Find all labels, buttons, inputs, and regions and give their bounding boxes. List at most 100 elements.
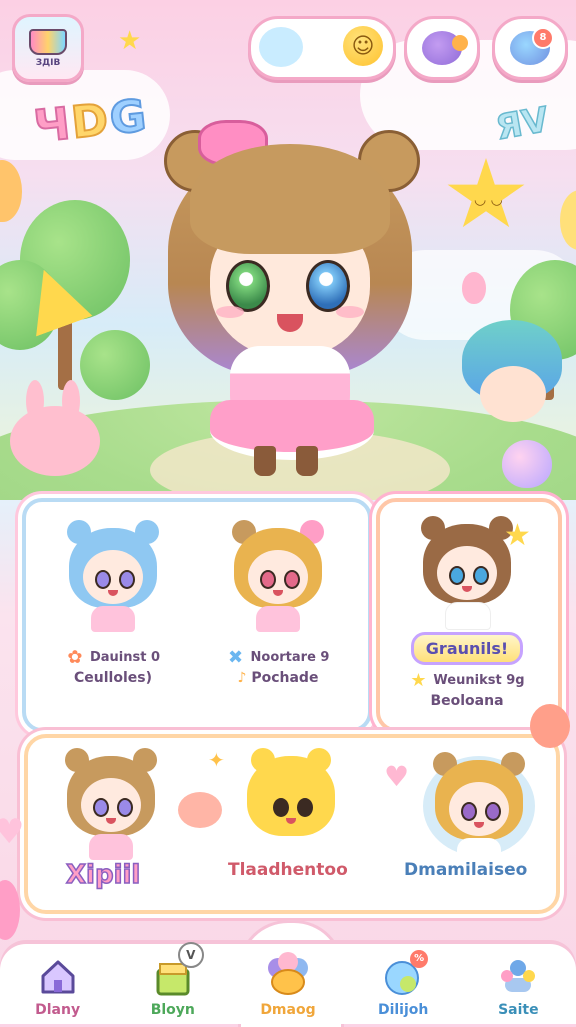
friend-card[interactable] bbox=[423, 752, 535, 864]
main-character[interactable] bbox=[150, 110, 430, 490]
character-card[interactable]: ✖ Noortare 9 ♪ Pochade bbox=[208, 520, 348, 688]
heart-icon: ♥ bbox=[0, 812, 25, 852]
music-note-icon: ♪ bbox=[237, 670, 252, 686]
nav-badge: % bbox=[410, 950, 429, 968]
gift-box-icon: V bbox=[152, 942, 204, 998]
balloon bbox=[462, 272, 486, 304]
card-line2: ♪ Pochade bbox=[227, 668, 330, 688]
smiley-coin-icon: ☺ bbox=[343, 26, 383, 66]
star-icon: ★ bbox=[410, 670, 427, 691]
friend-card[interactable] bbox=[56, 748, 166, 860]
eye bbox=[284, 570, 300, 589]
eye bbox=[95, 570, 111, 589]
bunny-mascot bbox=[10, 380, 100, 480]
title-letter: Ч bbox=[31, 97, 76, 154]
sparkle-icon: ✦ bbox=[208, 748, 225, 772]
outfit bbox=[91, 606, 135, 632]
card-label: ✿ Dauinst 0 Ceulloles) bbox=[66, 648, 160, 688]
balloon bbox=[502, 440, 552, 488]
card-label: ★ Weunikst 9g Beoloana bbox=[409, 671, 524, 711]
fur bbox=[247, 756, 335, 836]
outfit bbox=[256, 606, 300, 632]
eye bbox=[260, 570, 276, 589]
card-title: Noortare 9 bbox=[250, 650, 330, 665]
currency-pill[interactable]: ☺ bbox=[248, 16, 396, 80]
card-subtitle: Ceulloles) bbox=[74, 670, 152, 686]
heart-icon: ♥ bbox=[384, 760, 410, 793]
card-subtitle: Pochade bbox=[251, 670, 319, 686]
chibi-portrait bbox=[239, 748, 343, 860]
featured-character-card[interactable]: ★ Graunils! ★ Weunikst 9g Beoloana bbox=[386, 516, 548, 711]
nav-label: Saite bbox=[498, 1002, 539, 1018]
chibi-portrait bbox=[59, 748, 163, 860]
outfit bbox=[445, 602, 491, 630]
character-card[interactable]: ✿ Dauinst 0 Ceulloles) bbox=[48, 520, 178, 688]
friend-card[interactable] bbox=[236, 748, 346, 860]
friends-icon bbox=[497, 956, 539, 998]
left-eye bbox=[226, 260, 270, 312]
gem-button[interactable] bbox=[404, 16, 480, 80]
star-face: ◡ ◡ bbox=[474, 192, 503, 208]
nav-item-gifts[interactable]: V Bloyn bbox=[123, 942, 223, 1018]
card-line1: ✖ Noortare 9 bbox=[227, 648, 330, 668]
home-icon bbox=[37, 956, 79, 998]
balloon bbox=[0, 880, 20, 940]
friend-label: Dmamilaiseo bbox=[404, 860, 528, 880]
chibi-portrait bbox=[423, 752, 535, 864]
outfit bbox=[89, 834, 133, 860]
chibi-portrait bbox=[61, 520, 165, 632]
notification-badge: 8 bbox=[532, 27, 554, 49]
star-icon: ★ bbox=[504, 518, 531, 553]
nav-label: Dmaog bbox=[260, 1002, 316, 1018]
blush bbox=[336, 306, 364, 318]
friend-label: Xipiil bbox=[65, 859, 141, 891]
side-character bbox=[462, 320, 562, 430]
flower-icon: ✿ bbox=[67, 647, 83, 668]
eye bbox=[485, 802, 501, 821]
gem-icon bbox=[422, 31, 468, 65]
eye bbox=[461, 802, 477, 821]
chat-button[interactable]: 8 bbox=[492, 16, 568, 80]
game-logo-button[interactable]: ЗДIB bbox=[12, 14, 84, 82]
leg bbox=[254, 446, 276, 476]
eye bbox=[117, 798, 133, 817]
bubble-icon bbox=[259, 27, 303, 67]
eye bbox=[93, 798, 109, 817]
title-letter: D bbox=[68, 93, 114, 150]
blush bbox=[216, 306, 244, 318]
cupcake-icon bbox=[29, 28, 67, 55]
face bbox=[480, 366, 546, 422]
bottom-navigation: Dlany V Bloyn Dmaog % Dilijoh Saite bbox=[0, 942, 576, 1024]
eye bbox=[473, 566, 489, 585]
card-line1: ✿ Dauinst 0 bbox=[66, 648, 160, 668]
chibi-portrait bbox=[226, 520, 330, 632]
cross-icon: ✖ bbox=[227, 647, 244, 668]
nav-label: Bloyn bbox=[150, 1002, 195, 1018]
right-eye bbox=[306, 260, 350, 312]
star-icon: ★ bbox=[118, 26, 142, 56]
friend-label: Tlaadhentoo bbox=[228, 860, 348, 880]
nav-item-friends[interactable]: Saite bbox=[468, 956, 568, 1018]
dress-skirt bbox=[210, 400, 374, 460]
nav-item-center[interactable]: Dmaog bbox=[238, 950, 338, 1018]
leg bbox=[296, 446, 318, 476]
flower-icon bbox=[264, 950, 312, 998]
card-subtitle: Beoloana bbox=[430, 693, 504, 709]
bunny-body bbox=[10, 406, 100, 476]
nav-item-home[interactable]: Dlany bbox=[8, 956, 108, 1018]
eye bbox=[449, 566, 465, 585]
bangs bbox=[190, 144, 390, 254]
featured-ribbon: Graunils! bbox=[410, 632, 524, 665]
flower-mini-icon bbox=[452, 35, 468, 51]
nav-item-chat[interactable]: % Dilijoh bbox=[353, 950, 453, 1018]
strawberry-icon bbox=[530, 704, 570, 748]
card-line1: ★ Weunikst 9g bbox=[409, 671, 524, 691]
chat-bubble-icon: % bbox=[382, 950, 429, 998]
nav-badge: V bbox=[177, 942, 204, 968]
title-letter: G bbox=[106, 89, 151, 146]
eye bbox=[273, 798, 289, 817]
logo-text: ЗДIB bbox=[35, 57, 61, 68]
eye bbox=[119, 570, 135, 589]
card-title: Dauinst 0 bbox=[89, 650, 161, 665]
nav-label: Dilijoh bbox=[377, 1002, 429, 1018]
